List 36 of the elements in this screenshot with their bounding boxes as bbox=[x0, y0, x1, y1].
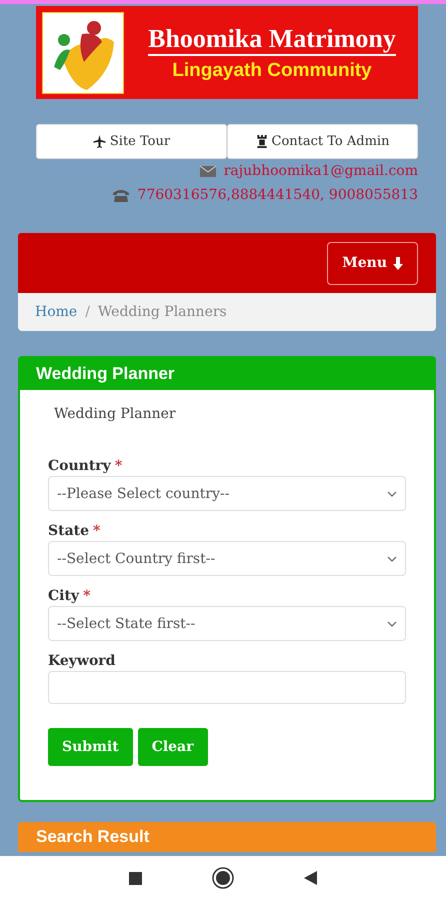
panel-header: Wedding Planner bbox=[20, 358, 434, 390]
chevron-down-icon bbox=[387, 556, 397, 562]
required-mark: * bbox=[83, 588, 90, 604]
select-field[interactable]: --Please Select country-- bbox=[48, 476, 406, 511]
phone-icon bbox=[113, 188, 130, 202]
chevron-down-icon bbox=[387, 620, 397, 626]
menu-button[interactable]: Menu bbox=[327, 242, 418, 284]
back-icon[interactable] bbox=[304, 871, 317, 885]
quick-link-button[interactable]: Site Tour bbox=[36, 124, 227, 159]
logo-icon bbox=[42, 12, 124, 94]
breadcrumb-link[interactable]: Home bbox=[35, 304, 78, 320]
airplane-icon bbox=[92, 135, 106, 148]
site-title: Bhoomika Matrimony bbox=[148, 24, 396, 56]
select-field[interactable]: --Select State first-- bbox=[48, 606, 406, 641]
breadcrumb-separator: / bbox=[85, 304, 90, 320]
home-circle-icon[interactable] bbox=[212, 867, 234, 889]
envelope-icon bbox=[200, 166, 216, 176]
required-mark: * bbox=[93, 523, 100, 539]
field-label: City bbox=[48, 588, 80, 604]
breadcrumb-current: Wedding Planners bbox=[98, 304, 227, 320]
chevron-down-icon bbox=[387, 490, 397, 496]
chess-rook-icon bbox=[256, 135, 268, 148]
form-heading: Wedding Planner bbox=[54, 406, 177, 422]
field-label: State bbox=[48, 523, 90, 539]
select-field[interactable]: --Select Country first-- bbox=[48, 541, 406, 576]
field-label: Country bbox=[48, 458, 111, 474]
contact-email: rajubhoomika1@gmail.com bbox=[224, 163, 418, 179]
required-mark: * bbox=[114, 458, 122, 474]
input-field[interactable] bbox=[48, 671, 406, 704]
contact-phone: 7760316576,8884441540, 9008055813 bbox=[137, 187, 418, 203]
field-label: Keyword bbox=[48, 653, 116, 669]
site-subtitle: Lingayath Community bbox=[172, 60, 372, 82]
results-header: Search Result bbox=[18, 822, 436, 852]
arrow-down-icon bbox=[393, 256, 403, 270]
quick-link-button[interactable]: Contact To Admin bbox=[227, 124, 418, 159]
square-icon[interactable] bbox=[129, 872, 142, 884]
